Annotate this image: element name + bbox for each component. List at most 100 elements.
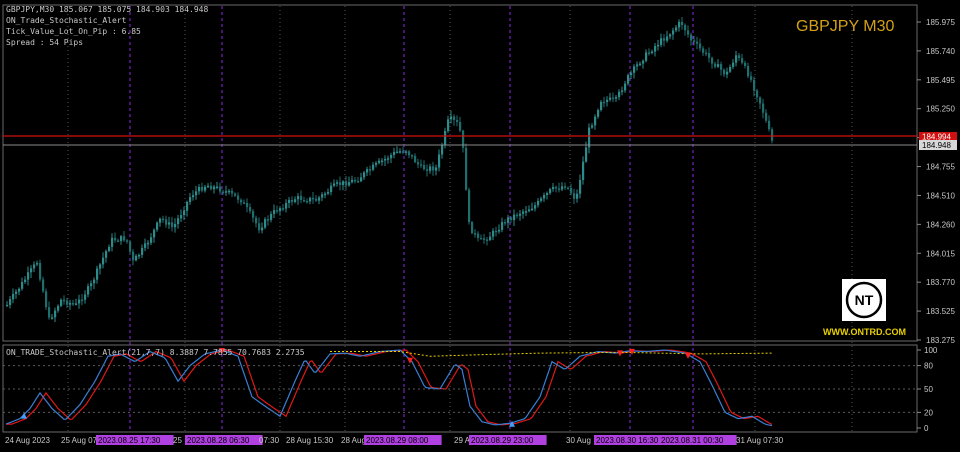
candle-body — [429, 166, 432, 171]
time-axis-label: 29 A — [454, 436, 471, 445]
candle-body — [18, 288, 21, 292]
candle-body — [273, 210, 276, 214]
candle-body — [690, 34, 693, 41]
price-axis-label: 183.525 — [926, 307, 955, 316]
candle-body — [357, 181, 360, 183]
time-axis[interactable]: 24 Aug 2023 25 Aug 07:302023.08.25 17:30 2… — [5, 435, 784, 445]
candle-body — [420, 164, 423, 166]
chart-window[interactable]: GBPJPY,M30 185.067 185.075 184.903 184.9… — [0, 0, 960, 452]
candle-body — [486, 239, 489, 241]
candle-body — [648, 52, 651, 54]
candle-body — [768, 120, 771, 130]
time-axis-label: 24 Aug 2023 — [5, 436, 50, 445]
candle-body — [657, 44, 660, 47]
candle-body — [36, 263, 39, 265]
candle-body — [567, 187, 570, 190]
candle-body — [585, 147, 588, 162]
candle-body — [186, 201, 189, 211]
candle-body — [204, 186, 207, 191]
candle-body — [219, 186, 222, 192]
price-axis-label: 183.770 — [926, 278, 955, 287]
candle-body — [276, 210, 279, 212]
candle-body — [201, 186, 204, 191]
candle-body — [159, 218, 162, 223]
candle-body — [426, 169, 429, 171]
candle-body — [111, 237, 114, 247]
time-axis-label: 2023.08.25 17:30 — [98, 436, 161, 445]
candle-body — [696, 41, 699, 44]
price-axis-label: 185.250 — [926, 105, 955, 114]
candle-body — [414, 155, 417, 163]
candle-body — [771, 129, 774, 141]
candle-body — [714, 63, 717, 67]
candle-body — [612, 97, 615, 100]
time-axis-label: 2023.08.30 16:30 — [596, 436, 659, 445]
candle-body — [384, 158, 387, 161]
candle-body — [555, 186, 558, 189]
candle-body — [366, 169, 369, 173]
candle-body — [72, 302, 75, 305]
candle-body — [759, 97, 762, 104]
candle-body — [492, 230, 495, 237]
candle-body — [516, 214, 519, 217]
price-axis-label: 184.755 — [926, 163, 955, 172]
candle-body — [12, 293, 15, 300]
candle-body — [435, 167, 438, 171]
stoch-axis-label: 50 — [924, 385, 933, 394]
candle-body — [471, 222, 474, 234]
stochastic-lines — [5, 348, 773, 427]
candle-body — [123, 236, 126, 241]
candle-body — [726, 71, 729, 75]
candle-body — [261, 227, 264, 231]
candle-body — [573, 193, 576, 199]
candle-body — [228, 190, 231, 193]
brand-logo: NT — [842, 279, 886, 321]
candle-body — [96, 268, 99, 280]
indicator-name: ON_Trade_Stochastic_Alert — [6, 16, 127, 25]
candle-body — [321, 194, 324, 198]
candle-body — [105, 251, 108, 258]
candle-body — [489, 236, 492, 241]
candle-body — [522, 211, 525, 214]
main-plot-frame — [2, 4, 918, 342]
candle-body — [294, 199, 297, 202]
candle-body — [591, 125, 594, 128]
candle-body — [459, 122, 462, 131]
candle-body — [711, 57, 714, 64]
candle-body — [87, 286, 90, 295]
candle-body — [732, 62, 735, 67]
candle-body — [210, 185, 213, 190]
candle-body — [642, 60, 645, 64]
candle-body — [702, 48, 705, 53]
candle-body — [528, 209, 531, 212]
candle-body — [540, 198, 543, 201]
candle-body — [675, 27, 678, 31]
candle-body — [285, 203, 288, 209]
candle-body — [15, 291, 18, 294]
candle-body — [501, 222, 504, 230]
candle-body — [537, 200, 540, 206]
candle-body — [543, 195, 546, 199]
candle-body — [447, 119, 450, 131]
candle-body — [237, 195, 240, 200]
current-price-tag: 184.948 — [919, 140, 957, 150]
candle-body — [660, 38, 663, 45]
candle-body — [672, 30, 675, 35]
candle-body — [552, 186, 555, 190]
candle-body — [579, 179, 582, 194]
candle-body — [255, 217, 258, 224]
candle-body — [693, 40, 696, 42]
candle-body — [60, 299, 63, 306]
candle-body — [615, 97, 618, 99]
candle-body — [339, 182, 342, 186]
candle-body — [717, 64, 720, 67]
price-axis[interactable]: 185.975185.740185.495185.250185.005184.7… — [917, 18, 955, 345]
candle-body — [423, 165, 426, 170]
candle-body — [765, 112, 768, 121]
candle-body — [582, 161, 585, 180]
time-axis-label: 28 Aug 15:30 — [286, 436, 334, 445]
candle-body — [156, 222, 159, 230]
candle-body — [24, 279, 27, 282]
candles[interactable] — [6, 16, 774, 323]
candle-body — [663, 38, 666, 41]
